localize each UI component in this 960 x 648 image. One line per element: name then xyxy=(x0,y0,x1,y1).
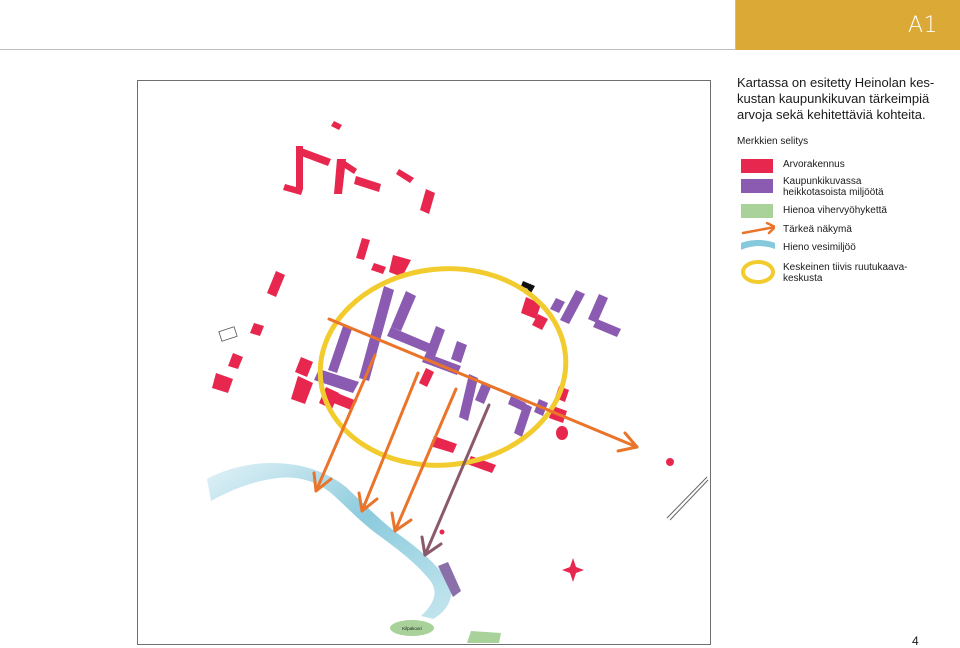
intro-line: arvoja sekä kehitettäviä kohteita. xyxy=(737,107,926,122)
legend-label-line: Keskeinen tiivis ruutukaava- xyxy=(783,262,908,273)
building-16 xyxy=(212,373,233,393)
block-6 xyxy=(426,326,445,357)
legend-label: Kaupunkikuvassa heikkotasoista miljöötä xyxy=(783,176,884,198)
building-8 xyxy=(420,189,435,214)
green-zone-shore xyxy=(467,631,501,643)
legend-label: Keskeinen tiivis ruutukaava- keskusta xyxy=(783,262,908,284)
page-number: 4 xyxy=(912,634,919,648)
outline-building xyxy=(218,326,238,342)
green-rectangle-icon xyxy=(741,204,773,218)
bridge-line-2 xyxy=(669,479,709,521)
view-arrow-2-shaft xyxy=(360,371,420,513)
building-15 xyxy=(228,353,243,369)
building-21 xyxy=(419,368,434,387)
block-17 xyxy=(593,319,621,337)
block-8 xyxy=(451,341,467,363)
section-badge: A1 xyxy=(736,0,960,50)
park-label: Kilpakoori xyxy=(402,626,422,631)
building-17 xyxy=(295,357,313,377)
building-11 xyxy=(371,263,386,274)
red-rectangle-icon xyxy=(741,159,773,173)
building-14 xyxy=(250,323,264,336)
important-view-muted xyxy=(420,403,491,557)
legend-label: Arvorakennus xyxy=(783,159,845,170)
building-7 xyxy=(396,169,414,183)
building-9 xyxy=(331,121,342,130)
intro-text: Kartassa on esitetty Heinolan kes- kusta… xyxy=(737,75,952,123)
legend-title: Merkkien selitys xyxy=(737,136,809,147)
building-18 xyxy=(291,376,313,404)
weak-environment-blocks xyxy=(314,286,621,437)
building-30 xyxy=(439,529,445,535)
legend-label: Tärkeä näkymä xyxy=(783,224,852,235)
block-5 xyxy=(387,327,431,352)
section-badge-label: A1 xyxy=(907,13,938,38)
building-13 xyxy=(267,271,285,297)
legend-label: Hieno vesimiljöö xyxy=(783,242,856,253)
block-4 xyxy=(391,291,416,331)
map-frame[interactable]: Kilpakoori xyxy=(137,80,711,645)
building-28 xyxy=(556,426,568,440)
legend-label-line: heikkotasoista miljöötä xyxy=(783,187,884,198)
intro-line: kustan kaupunkikuvan tärkeimpiä xyxy=(737,91,930,106)
block-14 xyxy=(560,290,585,324)
orange-arrow-icon xyxy=(741,222,775,235)
intro-line: Kartassa on esitetty Heinolan kes- xyxy=(737,75,935,90)
building-6 xyxy=(354,176,381,192)
legend-label-line: keskusta xyxy=(783,273,823,284)
legend-label: Hienoa vihervyöhykettä xyxy=(783,205,887,216)
bridge-line-1 xyxy=(666,476,708,519)
purple-rectangle-icon xyxy=(741,179,773,193)
view-arrow-4-shaft xyxy=(423,403,491,557)
view-arrow-5-shaft xyxy=(327,317,639,449)
building-31 xyxy=(562,558,584,582)
top-bar xyxy=(0,0,736,50)
building-10 xyxy=(356,238,370,260)
blue-water-stroke-icon xyxy=(741,240,775,250)
block-15 xyxy=(550,298,565,313)
yellow-ellipse-icon xyxy=(741,260,775,284)
important-views xyxy=(312,317,639,533)
map-canvas[interactable]: Kilpakoori xyxy=(138,81,710,644)
building-29 xyxy=(666,458,674,466)
block-16 xyxy=(588,294,608,323)
legend-label-line: Kaupunkikuvassa xyxy=(783,176,862,187)
